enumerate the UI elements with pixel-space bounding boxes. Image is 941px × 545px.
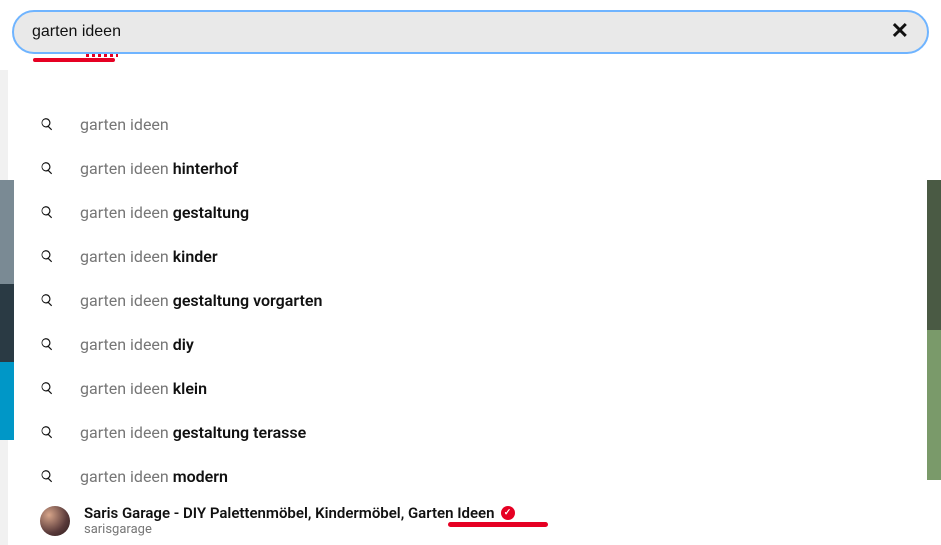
suggestion-label: garten ideen kinder <box>80 247 218 266</box>
search-icon <box>40 381 54 395</box>
search-icon <box>40 161 54 175</box>
profile-text: Saris Garage - DIY Palettenmöbel, Kinder… <box>84 504 515 537</box>
avatar <box>40 506 70 536</box>
suggestion-item[interactable]: garten ideen kinder <box>22 234 919 278</box>
search-dropdown: garten ideen garten ideen hinterhof garten… <box>22 72 919 537</box>
annotation-underline <box>448 522 548 527</box>
search-icon <box>40 249 54 263</box>
suggestion-item[interactable]: garten ideen gestaltung vorgarten <box>22 278 919 322</box>
spellcheck-squiggle <box>86 54 118 57</box>
search-icon <box>40 293 54 307</box>
search-icon <box>40 205 54 219</box>
suggestion-label: garten ideen modern <box>80 467 228 486</box>
search-icon <box>40 117 54 131</box>
bg-strip <box>927 180 941 480</box>
bg-strip <box>0 180 14 440</box>
suggestion-item[interactable]: garten ideen diy <box>22 322 919 366</box>
suggestion-label: garten ideen <box>80 115 169 134</box>
suggestion-item[interactable]: garten ideen <box>22 102 919 146</box>
suggestion-label: garten ideen hinterhof <box>80 159 238 178</box>
suggestion-label: garten ideen diy <box>80 335 194 354</box>
search-bar[interactable]: ✕ <box>12 10 929 54</box>
suggestion-item[interactable]: garten ideen gestaltung <box>22 190 919 234</box>
suggestion-label: garten ideen gestaltung <box>80 203 249 222</box>
annotation-underline <box>33 58 115 62</box>
suggestion-item[interactable]: garten ideen klein <box>22 366 919 410</box>
search-input[interactable] <box>32 23 891 41</box>
profile-title: Saris Garage - DIY Palettenmöbel, Kinder… <box>84 504 495 522</box>
search-icon <box>40 425 54 439</box>
suggestion-label: garten ideen gestaltung vorgarten <box>80 291 322 310</box>
search-icon <box>40 469 54 483</box>
clear-icon[interactable]: ✕ <box>891 21 909 43</box>
verified-icon <box>501 506 515 520</box>
suggestion-item[interactable]: garten ideen modern <box>22 454 919 498</box>
suggestion-item[interactable]: garten ideen gestaltung terasse <box>22 410 919 454</box>
suggestion-label: garten ideen gestaltung terasse <box>80 423 306 442</box>
suggestion-label: garten ideen klein <box>80 379 207 398</box>
profile-suggestion[interactable]: Saris Garage - DIY Palettenmöbel, Kinder… <box>22 498 919 537</box>
suggestion-item[interactable]: garten ideen hinterhof <box>22 146 919 190</box>
search-icon <box>40 337 54 351</box>
